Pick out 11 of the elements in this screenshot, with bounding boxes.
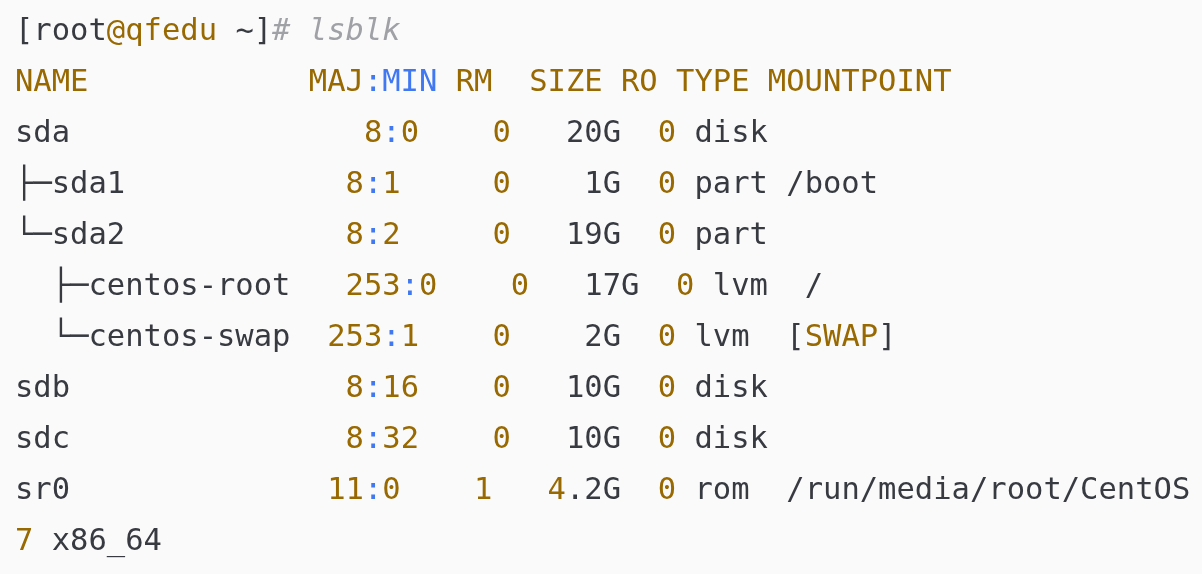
code-line: sdc 8:32 0 10G 0 disk xyxy=(15,419,768,457)
code-line: └─sda2 8:2 0 19G 0 part xyxy=(15,214,768,253)
code-line: [root@qfedu ~]# lsblk xyxy=(15,11,401,49)
code-line: └─centos-swap 253:1 0 2G 0 lvm [SWAP] xyxy=(50,316,897,355)
code-line: ├─centos-root 253:0 0 17G 0 lvm / xyxy=(50,265,823,305)
code-line: NAME MAJ:MIN RM SIZE RO TYPE MOUNTPOINT xyxy=(15,62,952,100)
code-line: ├─sda1 8:1 0 1G 0 part /boot xyxy=(15,163,879,203)
code-line: sdb 8:16 0 10G 0 disk xyxy=(15,368,768,406)
code-line: sda 8:0 0 20G 0 disk xyxy=(15,113,768,151)
code-line: sr0 11:0 1 4.2G 0 rom /run/media/root/CentOS xyxy=(15,470,1191,508)
code-line: 7 x86_64 xyxy=(15,521,162,560)
